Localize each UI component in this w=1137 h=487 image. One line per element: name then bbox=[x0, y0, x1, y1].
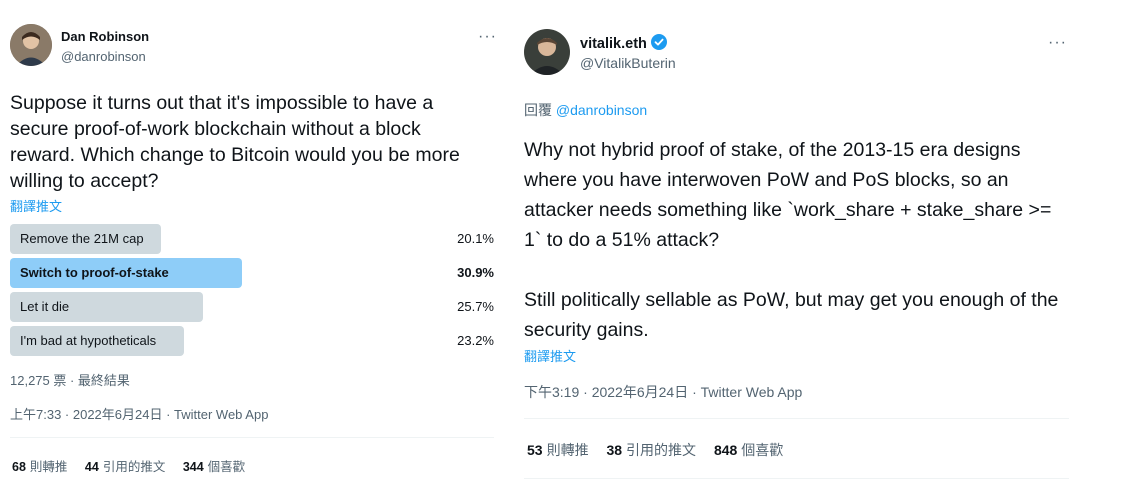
poll-option-label: Remove the 21M cap bbox=[20, 231, 144, 246]
divider bbox=[524, 478, 1069, 479]
likes-count: 848 bbox=[713, 442, 738, 458]
poll-option-label: Let it die bbox=[20, 299, 70, 314]
quotes-label: 引用的推文 bbox=[626, 442, 697, 458]
tweet-dan-robinson: Dan Robinson @danrobinson ··· Suppose it… bbox=[0, 0, 500, 487]
more-horizontal-icon[interactable]: ··· bbox=[478, 28, 497, 46]
author-name[interactable]: Dan Robinson bbox=[61, 29, 149, 44]
likes-stat[interactable]: 344 個喜歡 bbox=[183, 456, 245, 475]
likes-label: 個喜歡 bbox=[741, 442, 784, 458]
likes-count: 344 bbox=[182, 460, 204, 474]
poll-option: Remove the 21M cap 20.1% bbox=[10, 224, 494, 254]
tweet-timestamp[interactable]: 上午7:33 · 2022年6月24日 · Twitter Web App bbox=[10, 404, 268, 423]
quotes-stat[interactable]: 44 引用的推文 bbox=[85, 456, 165, 475]
likes-stat[interactable]: 848 個喜歡 bbox=[714, 440, 783, 460]
quotes-stat[interactable]: 38 引用的推文 bbox=[606, 440, 696, 460]
poll-option-percent: 23.2% bbox=[457, 333, 494, 348]
poll-summary: 12,275 票 · 最終結果 bbox=[10, 373, 130, 388]
poll-option-percent: 30.9% bbox=[457, 265, 494, 280]
poll-option-label: Switch to proof-of-stake bbox=[20, 265, 169, 280]
avatar[interactable] bbox=[10, 24, 52, 66]
quotes-label: 引用的推文 bbox=[102, 460, 166, 474]
divider bbox=[10, 437, 494, 438]
tweet-vitalik: vitalik.eth @VitalikButerin ··· 回覆 @danr… bbox=[513, 0, 1073, 487]
author-name[interactable]: vitalik.eth bbox=[580, 34, 667, 54]
translate-link[interactable]: 翻譯推文 bbox=[10, 196, 62, 215]
likes-label: 個喜歡 bbox=[207, 460, 246, 474]
poll-option-percent: 20.1% bbox=[457, 231, 494, 246]
retweets-label: 則轉推 bbox=[546, 442, 589, 458]
retweets-count: 68 bbox=[12, 460, 26, 474]
author-name-text: vitalik.eth bbox=[580, 35, 647, 52]
tweet-text: Suppose it turns out that it's impossibl… bbox=[10, 92, 460, 192]
poll-option: Switch to proof-of-stake 30.9% bbox=[10, 258, 494, 288]
quotes-count: 44 bbox=[84, 460, 99, 474]
divider bbox=[524, 418, 1069, 419]
author-handle[interactable]: @danrobinson bbox=[61, 49, 146, 64]
reply-context: 回覆 @danrobinson bbox=[524, 100, 647, 120]
tweet-stats: 68 則轉推 44 引用的推文 344 個喜歡 bbox=[12, 456, 259, 475]
poll-option: Let it die 25.7% bbox=[10, 292, 494, 322]
retweets-count: 53 bbox=[527, 442, 543, 458]
author-handle[interactable]: @VitalikButerin bbox=[580, 55, 676, 71]
retweets-label: 則轉推 bbox=[29, 460, 68, 474]
tweet-timestamp[interactable]: 下午3:19 · 2022年6月24日 · Twitter Web App bbox=[524, 382, 802, 402]
quotes-count: 38 bbox=[606, 442, 623, 458]
reply-prefix: 回覆 bbox=[524, 102, 552, 118]
retweets-stat[interactable]: 68 則轉推 bbox=[12, 456, 67, 475]
avatar[interactable] bbox=[524, 29, 570, 75]
verified-badge-icon bbox=[650, 34, 667, 54]
tweet-text-2: Still politically sellable as PoW, but m… bbox=[524, 289, 1059, 341]
poll-option-label: I'm bad at hypotheticals bbox=[20, 333, 157, 348]
more-horizontal-icon[interactable]: ··· bbox=[1048, 34, 1067, 52]
retweets-stat[interactable]: 53 則轉推 bbox=[527, 440, 589, 460]
tweet-text: Why not hybrid proof of stake, of the 20… bbox=[524, 139, 1052, 251]
tweet-stats: 53 則轉推 38 引用的推文 848 個喜歡 bbox=[527, 440, 797, 460]
poll-option-percent: 25.7% bbox=[457, 299, 494, 314]
poll-option: I'm bad at hypotheticals 23.2% bbox=[10, 326, 494, 356]
reply-to-link[interactable]: @danrobinson bbox=[556, 102, 647, 118]
translate-link[interactable]: 翻譯推文 bbox=[524, 346, 576, 365]
